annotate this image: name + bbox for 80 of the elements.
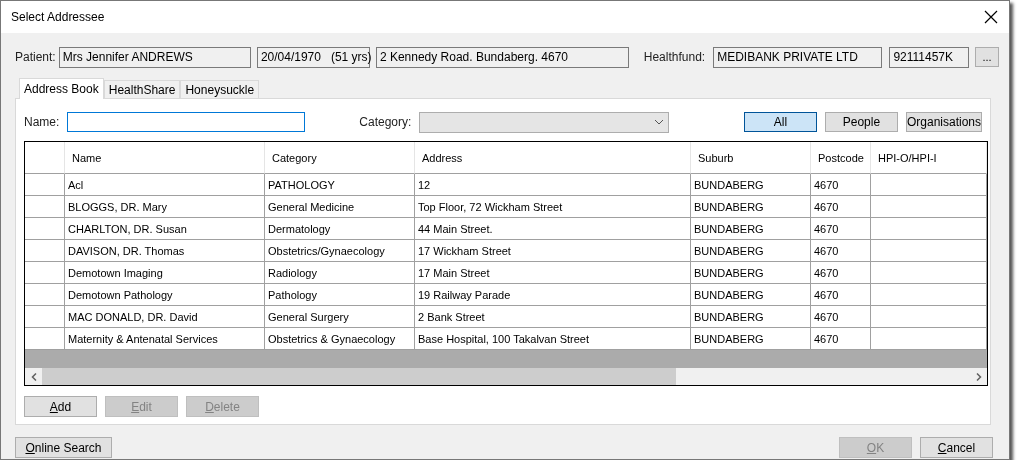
table-cell: General Medicine — [265, 196, 415, 218]
close-button[interactable] — [983, 9, 999, 25]
patient-name-field: Mrs Jennifer ANDREWS — [58, 46, 251, 68]
column-header[interactable]: HPI-O/HPI-I — [871, 142, 987, 174]
patient-address-field: 2 Kennedy Road. Bundaberg. 4670 — [375, 46, 629, 68]
birth-date-field: 20/04/1970 (51 yrs) — [256, 46, 370, 68]
table-cell: 4670 — [811, 262, 871, 284]
column-header[interactable]: Name — [65, 142, 265, 174]
healthfund-field: MEDIBANK PRIVATE LTD — [713, 46, 883, 68]
member-number-field: 92111457K — [889, 46, 970, 68]
table-cell: Radiology — [265, 262, 415, 284]
table-cell: Acl — [65, 174, 265, 196]
table-cell: BLOGGS, DR. Mary — [65, 196, 265, 218]
table-cell: Maternity & Antenatal Services — [65, 328, 265, 350]
table-cell: Demotown Imaging — [65, 262, 265, 284]
table-cell: Obstetrics & Gynaecology — [265, 328, 415, 350]
filter-button[interactable]: Organisations — [905, 112, 982, 132]
category-label: Category: — [359, 115, 412, 129]
table-cell: 17 Main Street — [415, 262, 691, 284]
filter-button[interactable]: People — [824, 112, 898, 132]
horizontal-scrollbar[interactable] — [25, 368, 987, 385]
table-cell: Dermatology — [265, 218, 415, 240]
name-label: Name: — [24, 115, 60, 129]
table-cell: 4670 — [811, 240, 871, 262]
table-cell: 4670 — [811, 328, 871, 350]
row-header[interactable] — [25, 284, 65, 306]
table-cell: 12 — [415, 174, 691, 196]
scrollbar-thumb[interactable] — [42, 368, 676, 385]
table-cell: 4670 — [811, 284, 871, 306]
row-header[interactable] — [25, 218, 65, 240]
table-cell: 2 Bank Street — [415, 306, 691, 328]
tab[interactable]: Address Book — [19, 78, 104, 99]
column-header[interactable]: Suburb — [691, 142, 811, 174]
healthfund-label: Healthfund: — [643, 50, 706, 64]
row-header[interactable] — [25, 306, 65, 328]
chevron-down-icon — [654, 119, 665, 125]
online-search-button[interactable]: Online Search — [15, 437, 112, 458]
table-cell: 4670 — [811, 174, 871, 196]
table-cell: Base Hospital, 100 Takalvan Street — [415, 328, 691, 350]
table-cell: MAC DONALD, DR. David — [65, 306, 265, 328]
tab[interactable]: HealthShare — [103, 80, 181, 98]
table-cell: BUNDABERG — [691, 196, 811, 218]
patient-label: Patient: — [15, 50, 56, 64]
table-cell: 4670 — [811, 218, 871, 240]
table-cell: Demotown Pathology — [65, 284, 265, 306]
browse-button[interactable]: ... — [975, 47, 999, 67]
table-cell: Obstetrics/Gynaecology — [265, 240, 415, 262]
table-cell: General Surgery — [265, 306, 415, 328]
table-cell: 17 Wickham Street — [415, 240, 691, 262]
row-header[interactable] — [25, 174, 65, 196]
row-header[interactable] — [25, 328, 65, 350]
row-header[interactable] — [25, 262, 65, 284]
table-cell: BUNDABERG — [691, 262, 811, 284]
column-header[interactable]: Postcode — [811, 142, 871, 174]
tab[interactable]: Honeysuckle — [180, 80, 260, 98]
table-cell: BUNDABERG — [691, 174, 811, 196]
table-cell: 44 Main Street. — [415, 218, 691, 240]
row-header[interactable] — [25, 240, 65, 262]
window-title: Select Addressee — [11, 10, 105, 24]
table-cell: DAVISON, DR. Thomas — [65, 240, 265, 262]
table-cell: BUNDABERG — [691, 218, 811, 240]
row-header[interactable] — [25, 196, 65, 218]
action-button[interactable]: Add — [24, 396, 97, 417]
table-cell: BUNDABERG — [691, 306, 811, 328]
dialog-button[interactable]: Cancel — [920, 437, 993, 458]
table-cell: BUNDABERG — [691, 284, 811, 306]
column-header[interactable]: Category — [265, 142, 415, 174]
table-cell: 4670 — [811, 196, 871, 218]
table-cell: PATHOLOGY — [265, 174, 415, 196]
table-cell: Top Floor, 72 Wickham Street — [415, 196, 691, 218]
column-header[interactable]: Address — [415, 142, 691, 174]
filter-button[interactable]: All — [743, 112, 817, 132]
table-cell: Pathology — [265, 284, 415, 306]
table-cell: 4670 — [811, 306, 871, 328]
table-cell: BUNDABERG — [691, 240, 811, 262]
row-header-corner — [25, 142, 65, 174]
table-cell: 19 Railway Parade — [415, 284, 691, 306]
table-cell: BUNDABERG — [691, 328, 811, 350]
table-cell: CHARLTON, DR. Susan — [65, 218, 265, 240]
name-field[interactable] — [67, 112, 306, 132]
